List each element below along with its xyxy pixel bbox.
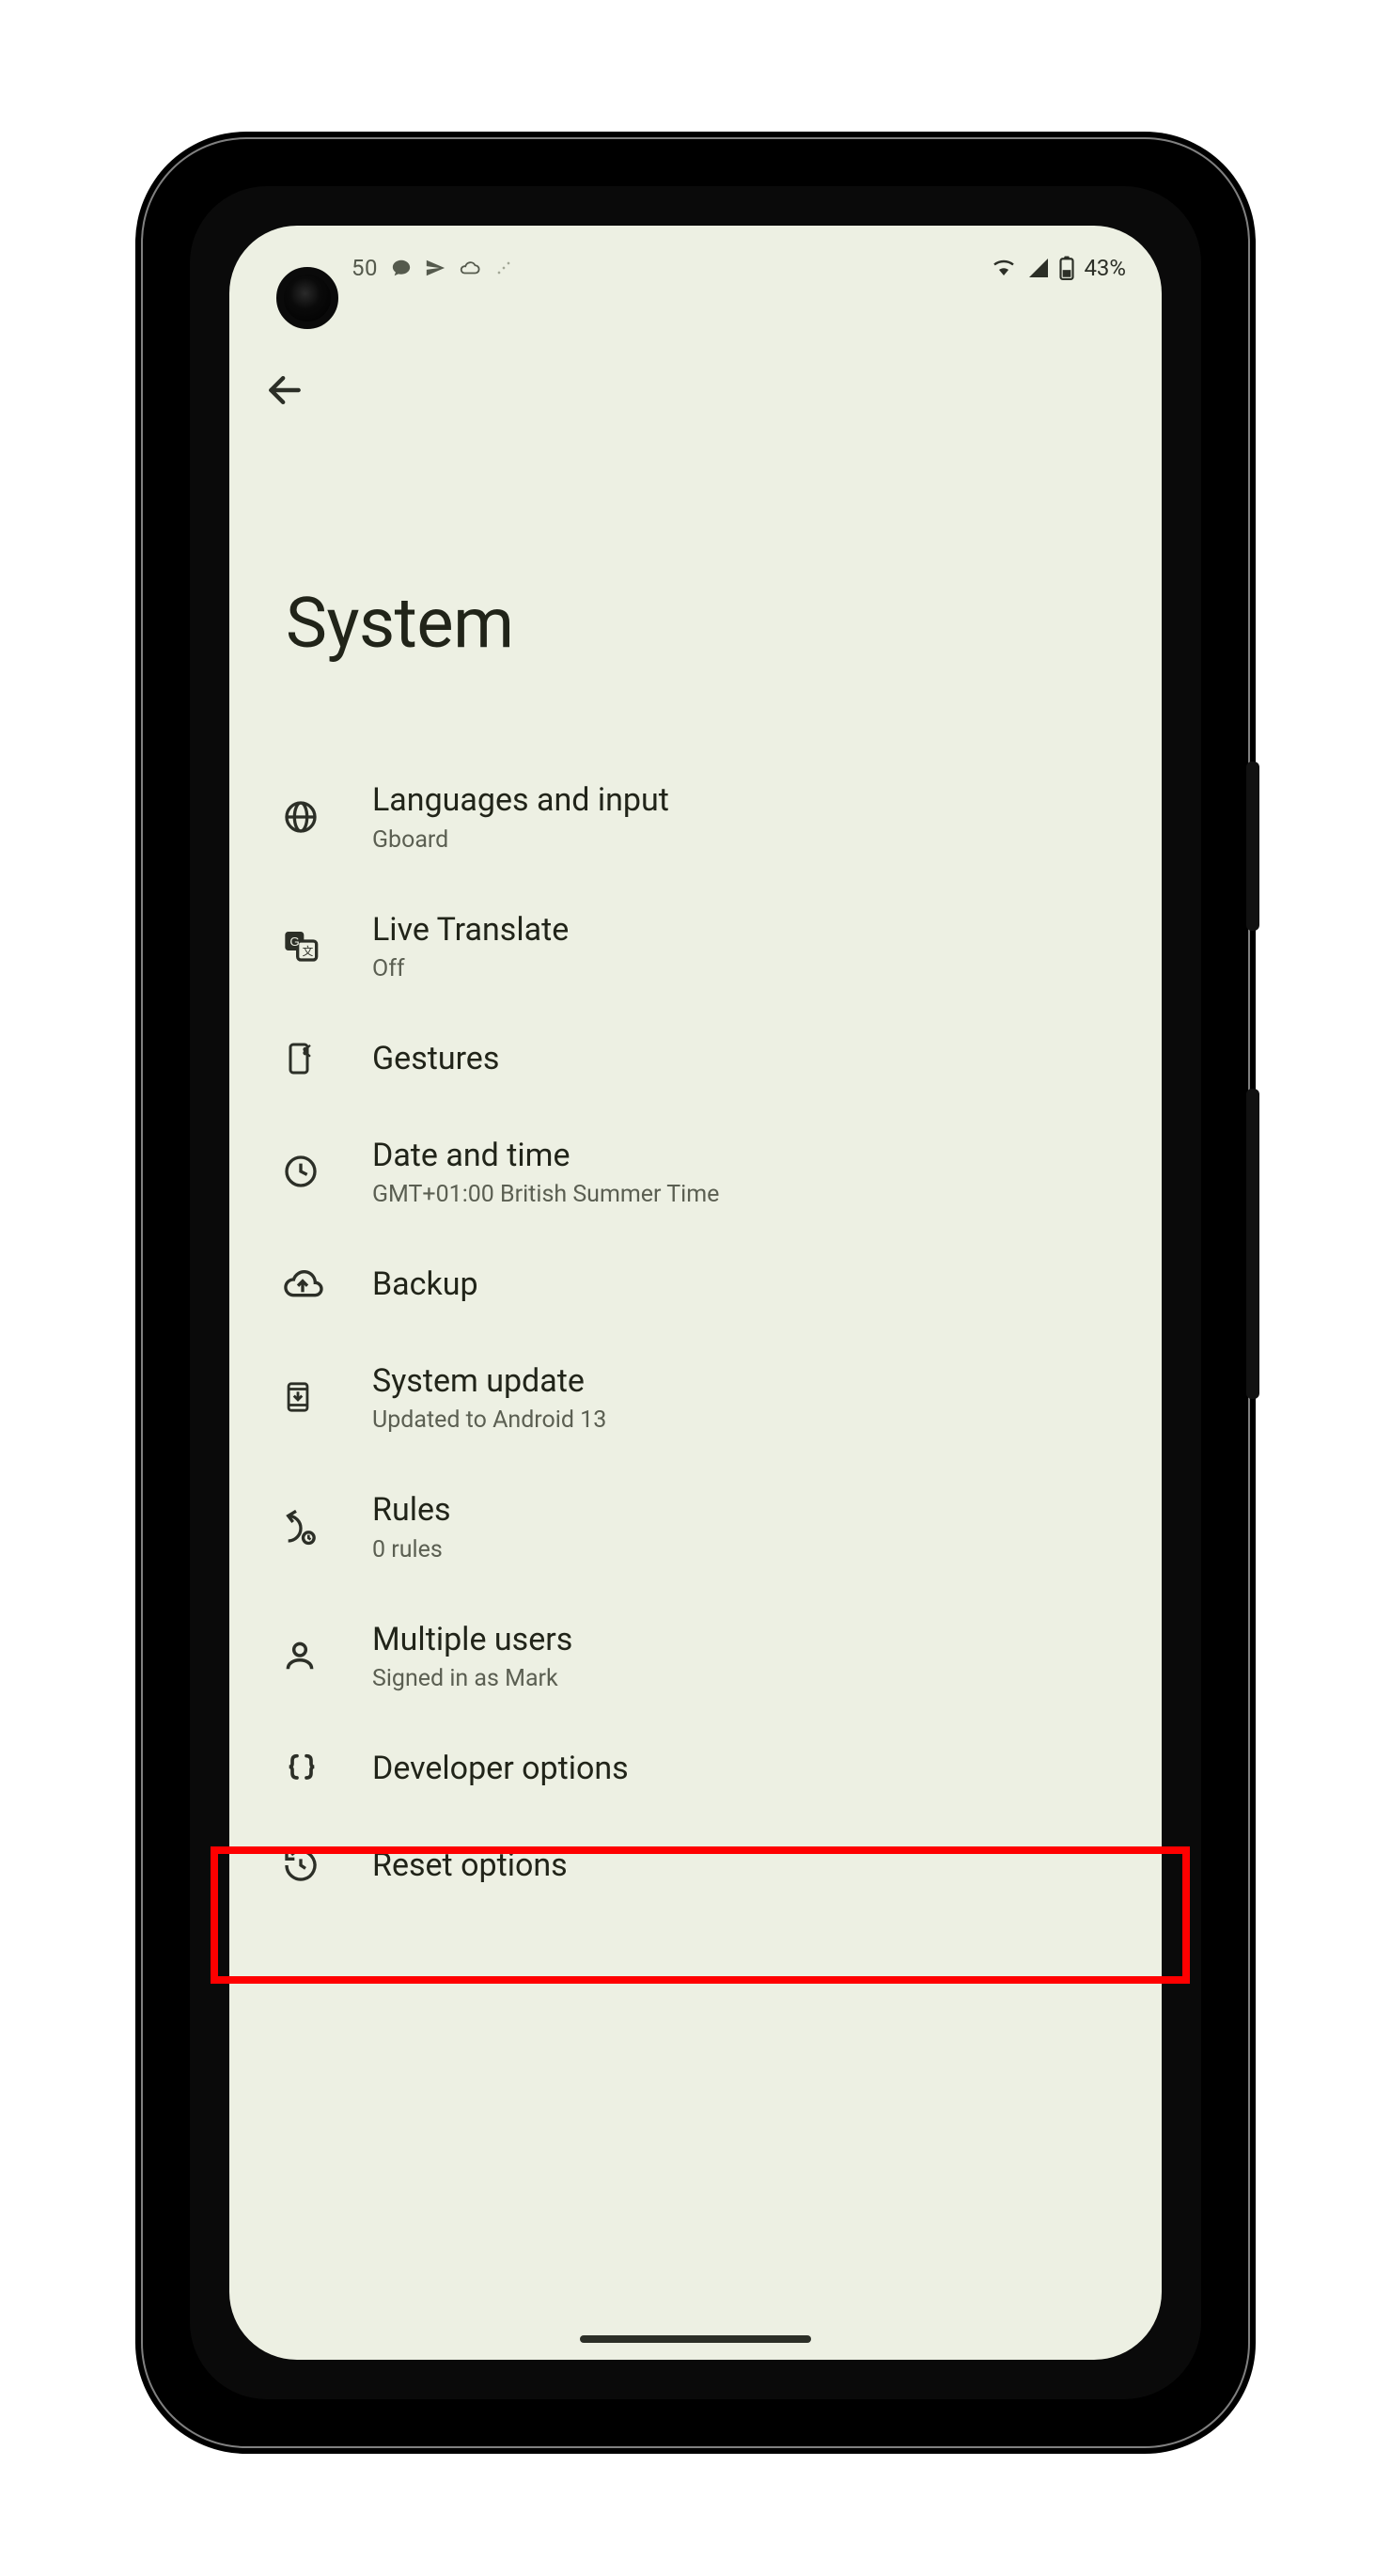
- row-label: Date and time: [372, 1136, 1128, 1176]
- back-button[interactable]: [252, 357, 318, 423]
- nav-handle[interactable]: [580, 2335, 811, 2343]
- power-button[interactable]: [1246, 762, 1259, 931]
- row-label: Languages and input: [372, 780, 1128, 821]
- row-label: Backup: [372, 1264, 478, 1305]
- row-label: Developer options: [372, 1749, 629, 1789]
- status-bar: 50: [229, 226, 1162, 310]
- clock-icon: [282, 1153, 320, 1190]
- cloud-icon: [459, 258, 481, 278]
- row-sub: Gboard: [372, 826, 1128, 854]
- update-icon: [282, 1377, 314, 1417]
- row-backup[interactable]: Backup: [229, 1236, 1162, 1333]
- row-sub: Signed in as Mark: [372, 1665, 1128, 1692]
- svg-text:文: 文: [303, 945, 314, 958]
- translate-icon: G文: [282, 927, 320, 965]
- phone-frame: 50: [143, 139, 1248, 2446]
- row-multiple-users[interactable]: Multiple users Signed in as Mark: [229, 1592, 1162, 1721]
- row-label: Live Translate: [372, 910, 1128, 950]
- settings-list: Languages and input Gboard G文 Live Trans…: [229, 752, 1162, 1913]
- arrow-left-icon: [264, 369, 305, 411]
- front-camera: [276, 267, 338, 329]
- row-developer-options[interactable]: Developer options: [229, 1720, 1162, 1817]
- row-sub: GMT+01:00 British Summer Time: [372, 1181, 1128, 1208]
- highlight-box: [211, 1846, 1190, 1984]
- row-label: System update: [372, 1361, 1128, 1402]
- users-icon: [282, 1638, 318, 1673]
- row-languages-and-input[interactable]: Languages and input Gboard: [229, 752, 1162, 882]
- row-label: Rules: [372, 1490, 1128, 1531]
- dots-icon: [494, 259, 513, 277]
- volume-button[interactable]: [1246, 1089, 1259, 1399]
- row-live-translate[interactable]: G文 Live Translate Off: [229, 882, 1162, 1012]
- row-label: Gestures: [372, 1039, 499, 1079]
- row-sub: Off: [372, 955, 1128, 982]
- wifi-icon: [990, 257, 1018, 279]
- chat-icon: [391, 258, 412, 278]
- row-sub: Updated to Android 13: [372, 1406, 1128, 1434]
- svg-text:G: G: [289, 935, 299, 949]
- battery-percent: 43%: [1084, 255, 1126, 281]
- row-rules[interactable]: Rules 0 rules: [229, 1462, 1162, 1592]
- send-icon: [425, 258, 445, 278]
- backup-icon: [282, 1265, 323, 1303]
- row-sub: 0 rules: [372, 1536, 1128, 1563]
- gesture-icon: [282, 1040, 316, 1077]
- page-title: System: [286, 583, 514, 665]
- screen: 50: [229, 226, 1162, 2360]
- battery-icon: [1059, 256, 1074, 280]
- braces-icon: [282, 1750, 321, 1787]
- row-label: Multiple users: [372, 1620, 1128, 1660]
- status-time: 50: [352, 255, 378, 281]
- rules-icon: [282, 1508, 320, 1546]
- row-system-update[interactable]: System update Updated to Android 13: [229, 1333, 1162, 1463]
- row-date-and-time[interactable]: Date and time GMT+01:00 British Summer T…: [229, 1107, 1162, 1237]
- cell-signal-icon: [1027, 257, 1050, 279]
- row-gestures[interactable]: Gestures: [229, 1011, 1162, 1107]
- globe-icon: [282, 798, 320, 836]
